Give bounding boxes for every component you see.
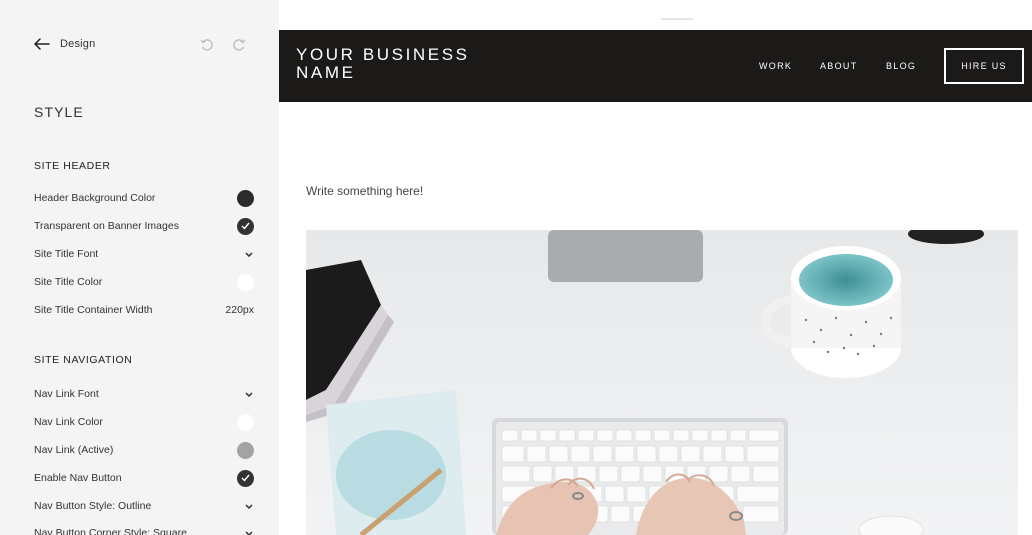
checkbox-checked-icon[interactable] bbox=[237, 469, 254, 487]
back-label: Design bbox=[60, 38, 96, 50]
sidebar-toolbar: Design bbox=[34, 38, 254, 58]
row-label: Nav Button Style: Outline bbox=[34, 500, 152, 512]
site-header[interactable]: YOUR BUSINESS NAME WORK ABOUT BLOG HIRE … bbox=[279, 30, 1032, 102]
nav-link-color-row[interactable]: Nav Link Color bbox=[34, 412, 254, 432]
site-title-font-row[interactable]: Site Title Font bbox=[34, 244, 254, 264]
nav-link-about[interactable]: ABOUT bbox=[820, 61, 858, 71]
enable-nav-button-row[interactable]: Enable Nav Button bbox=[34, 468, 254, 488]
body-text[interactable]: Write something here! bbox=[306, 184, 423, 198]
row-label: Nav Link Color bbox=[34, 416, 103, 428]
color-swatch[interactable] bbox=[237, 273, 254, 291]
color-swatch[interactable] bbox=[237, 189, 254, 207]
width-value[interactable]: 220px bbox=[225, 304, 254, 316]
nav-button-style-row[interactable]: Nav Button Style: Outline bbox=[34, 496, 254, 516]
header-background-color-row[interactable]: Header Background Color bbox=[34, 188, 254, 208]
color-swatch[interactable] bbox=[237, 441, 254, 459]
chevron-down-icon[interactable] bbox=[244, 389, 254, 399]
nav-link-blog[interactable]: BLOG bbox=[886, 61, 916, 71]
drag-handle[interactable] bbox=[661, 18, 693, 20]
desk-photo-illustration bbox=[306, 230, 1018, 535]
row-label: Site Title Font bbox=[34, 248, 99, 260]
hire-us-button[interactable]: HIRE US bbox=[944, 48, 1024, 84]
chevron-down-icon[interactable] bbox=[244, 501, 254, 511]
transparent-banner-row[interactable]: Transparent on Banner Images bbox=[34, 216, 254, 236]
row-label: Nav Button Corner Style: Square bbox=[34, 527, 187, 535]
row-label: Header Background Color bbox=[34, 192, 156, 204]
chevron-down-icon[interactable] bbox=[244, 528, 254, 535]
site-title-color-row[interactable]: Site Title Color bbox=[34, 272, 254, 292]
row-label: Site Title Color bbox=[34, 276, 103, 288]
banner-image[interactable] bbox=[306, 230, 1018, 535]
row-label: Site Title Container Width bbox=[34, 304, 153, 316]
undo-icon[interactable] bbox=[200, 38, 214, 57]
nav-link-active-row[interactable]: Nav Link (Active) bbox=[34, 440, 254, 460]
redo-icon[interactable] bbox=[232, 38, 246, 57]
style-title: STYLE bbox=[34, 104, 84, 120]
nav-button-corner-row[interactable]: Nav Button Corner Style: Square bbox=[34, 523, 254, 535]
arrow-left-icon bbox=[34, 38, 50, 50]
site-title[interactable]: YOUR BUSINESS NAME bbox=[296, 46, 486, 82]
style-sidebar: Design STYLE SITE HEADER Header Backgrou… bbox=[0, 0, 279, 535]
row-label: Nav Link (Active) bbox=[34, 444, 114, 456]
row-label: Enable Nav Button bbox=[34, 472, 122, 484]
site-preview: YOUR BUSINESS NAME WORK ABOUT BLOG HIRE … bbox=[279, 0, 1032, 535]
checkbox-checked-icon[interactable] bbox=[237, 217, 254, 235]
color-swatch[interactable] bbox=[237, 413, 254, 431]
row-label: Transparent on Banner Images bbox=[34, 220, 179, 232]
section-site-navigation: SITE NAVIGATION bbox=[34, 354, 133, 366]
site-title-width-row[interactable]: Site Title Container Width 220px bbox=[34, 300, 254, 320]
nav-link-work[interactable]: WORK bbox=[759, 61, 792, 71]
section-site-header: SITE HEADER bbox=[34, 160, 111, 172]
back-button[interactable]: Design bbox=[34, 38, 95, 50]
chevron-down-icon[interactable] bbox=[244, 249, 254, 259]
nav-link-font-row[interactable]: Nav Link Font bbox=[34, 384, 254, 404]
row-label: Nav Link Font bbox=[34, 388, 99, 400]
